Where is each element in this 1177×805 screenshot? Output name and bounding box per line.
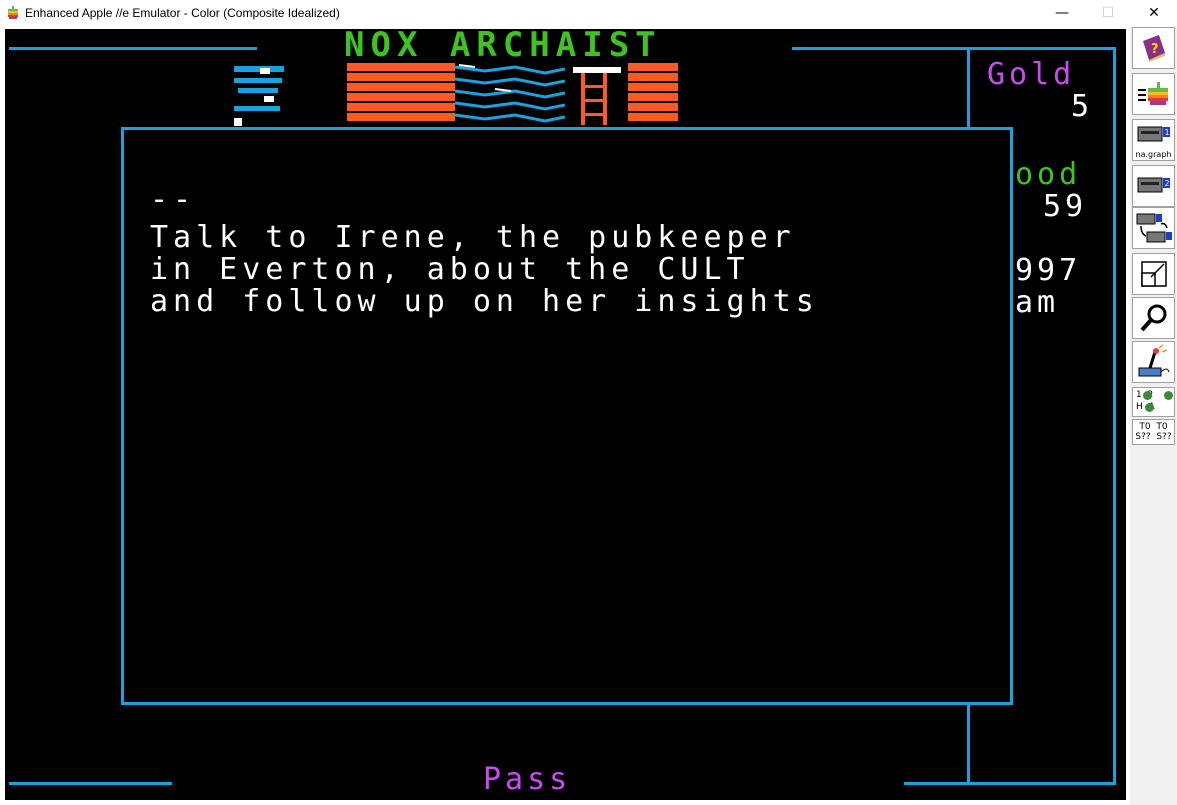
game-title: NOX ARCHAIST bbox=[344, 29, 662, 65]
stat-value: 997 bbox=[1015, 253, 1082, 288]
frame-bottom-left-line bbox=[9, 782, 172, 785]
gold-label: Gold bbox=[987, 57, 1076, 92]
drive-leds-panel: 1 2 H A bbox=[1132, 387, 1175, 417]
disk1-button[interactable]: 1 na.graph bbox=[1132, 119, 1175, 161]
close-button[interactable]: ✕ bbox=[1131, 0, 1177, 27]
disk2-button[interactable]: 2 bbox=[1132, 165, 1175, 207]
maximize-button: ☐ bbox=[1101, 5, 1115, 21]
drive2-led-icon bbox=[1164, 391, 1173, 400]
apple-logo-icon bbox=[8, 6, 18, 19]
status-line1: T0 T0 bbox=[1139, 422, 1168, 432]
message-dialog: -- Talk to Irene, the pubkeeper in Evert… bbox=[121, 127, 1013, 705]
last-command: Pass bbox=[483, 762, 572, 797]
water-tile bbox=[455, 64, 565, 123]
time-of-day: am bbox=[1015, 285, 1060, 320]
fullscreen-icon bbox=[1140, 261, 1167, 287]
food-value: 59 bbox=[1043, 189, 1088, 224]
drive1-led-icon bbox=[1143, 391, 1152, 400]
frame-bottom-right-line bbox=[904, 782, 1116, 785]
dialog-line-4: and follow up on her insights bbox=[150, 284, 819, 319]
dialog-line-1: -- bbox=[150, 182, 197, 217]
emulator-screen[interactable]: NOX ARCHAIST -- Talk to Irene, the pubke… bbox=[5, 29, 1126, 800]
svg-text:?: ? bbox=[1151, 42, 1159, 57]
ladder-tile bbox=[573, 67, 621, 125]
gold-value: 5 bbox=[1071, 89, 1094, 124]
debugger-magnifier-icon bbox=[1140, 304, 1166, 332]
disk1-icon: 1 bbox=[1137, 126, 1170, 142]
brick-wall-tile bbox=[347, 63, 455, 123]
drive-status-panel: T0 T0 S?? S?? bbox=[1132, 419, 1175, 445]
frame-right-line bbox=[1113, 47, 1116, 784]
fullscreen-button[interactable] bbox=[1132, 253, 1175, 295]
swap-disks-icon bbox=[1136, 213, 1172, 243]
disk1-label: na.graph bbox=[1135, 150, 1172, 159]
frame-top-right-line bbox=[792, 47, 1116, 50]
svg-text:1: 1 bbox=[1164, 128, 1169, 137]
swap-disks-button[interactable] bbox=[1132, 207, 1175, 249]
status-line2: S?? S?? bbox=[1135, 432, 1172, 442]
dialog-line-3: in Everton, about the CULT bbox=[150, 252, 750, 287]
emulator-toolbar: ? 1 na.graph 2 1 H T0 T0 S?? S?? bbox=[1130, 27, 1177, 805]
setup-joystick-icon bbox=[1138, 344, 1169, 377]
water-fountain-tile bbox=[234, 66, 284, 126]
window-title: Enhanced Apple //e Emulator - Color (Com… bbox=[25, 6, 340, 20]
window-titlebar[interactable]: Enhanced Apple //e Emulator - Color (Com… bbox=[0, 0, 1177, 27]
svg-text:2: 2 bbox=[1164, 179, 1169, 188]
hdd-led-icon bbox=[1145, 403, 1154, 412]
frame-top-left-line bbox=[9, 47, 257, 50]
debugger-button[interactable] bbox=[1132, 297, 1175, 339]
setup-button[interactable] bbox=[1132, 341, 1175, 383]
apple-run-icon bbox=[1137, 82, 1168, 105]
brick-wall-tile-right bbox=[628, 63, 678, 123]
disk2-icon: 2 bbox=[1137, 177, 1170, 193]
run-button[interactable] bbox=[1132, 73, 1175, 115]
dialog-line-2: Talk to Irene, the pubkeeper bbox=[150, 220, 796, 255]
help-button[interactable]: ? bbox=[1132, 27, 1175, 69]
food-label: ood bbox=[1015, 157, 1082, 192]
minimize-button[interactable]: — bbox=[1039, 0, 1085, 27]
help-book-icon: ? bbox=[1142, 35, 1165, 62]
